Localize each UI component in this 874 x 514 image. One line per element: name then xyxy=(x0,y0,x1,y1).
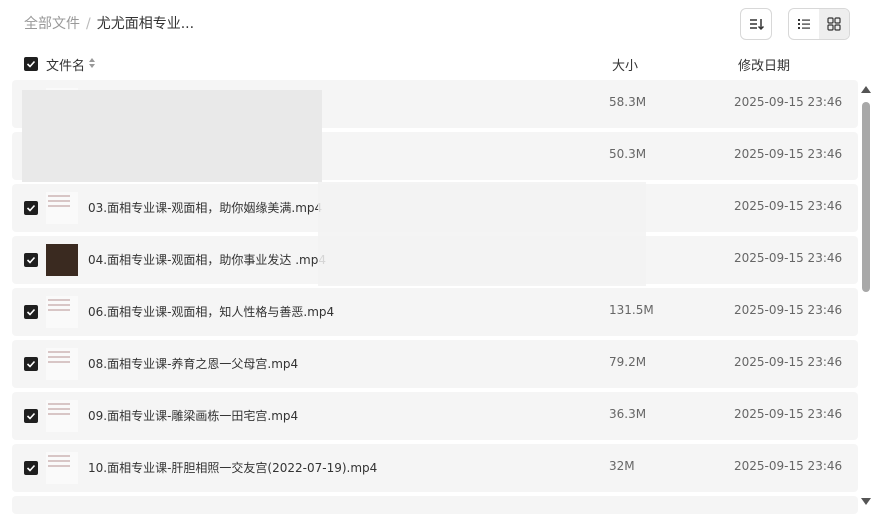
file-name[interactable]: 06.面相专业课-观面相，知人性格与善恶.mp4 xyxy=(88,303,334,320)
select-all-checkbox[interactable] xyxy=(24,57,38,71)
row-checkbox[interactable] xyxy=(24,357,38,371)
file-date: 2025-09-15 23:46 xyxy=(734,303,843,317)
file-row-partial[interactable] xyxy=(12,496,858,514)
vertical-scrollbar[interactable] xyxy=(860,86,872,506)
sort-toggle-icon[interactable] xyxy=(88,57,96,69)
sort-icon xyxy=(750,19,764,31)
breadcrumb: 全部文件 / 尤尤面相专业... xyxy=(24,14,194,34)
check-icon xyxy=(26,204,36,212)
check-icon xyxy=(26,256,36,264)
file-row[interactable]: 09.面相专业课-雕梁画栋一田宅宫.mp4 36.3M 2025-09-15 2… xyxy=(12,392,858,440)
row-checkbox[interactable] xyxy=(24,253,38,267)
file-thumbnail xyxy=(46,192,78,224)
scrollbar-thumb[interactable] xyxy=(862,102,870,292)
row-checkbox[interactable] xyxy=(24,409,38,423)
file-date: 2025-09-15 23:46 xyxy=(734,407,843,421)
row-checkbox[interactable] xyxy=(24,201,38,215)
breadcrumb-current: 尤尤面相专业... xyxy=(96,16,195,32)
file-name[interactable]: 08.面相专业课-养育之恩一父母宫.mp4 xyxy=(88,355,298,372)
column-header-date[interactable]: 修改日期 xyxy=(738,55,790,74)
check-icon xyxy=(26,308,36,316)
file-thumbnail xyxy=(46,244,78,276)
check-icon xyxy=(26,60,36,68)
file-name[interactable]: 04.面相专业课-观面相，助你事业发达 .mp4 xyxy=(88,251,326,268)
file-date: 2025-09-15 23:46 xyxy=(734,251,843,265)
list-view-button[interactable] xyxy=(789,9,819,39)
file-row[interactable]: 08.面相专业课-养育之恩一父母宫.mp4 79.2M 2025-09-15 2… xyxy=(12,340,858,388)
list-view-icon xyxy=(798,19,810,29)
file-date: 2025-09-15 23:46 xyxy=(734,95,843,109)
file-thumbnail xyxy=(46,452,78,484)
scroll-up-arrow-icon[interactable] xyxy=(861,86,871,93)
file-size: 36.3M xyxy=(609,407,647,421)
breadcrumb-separator: / xyxy=(86,16,91,32)
file-name[interactable]: 03.面相专业课-观面相，助你姻缘美满.mp4 xyxy=(88,199,322,216)
breadcrumb-root[interactable]: 全部文件 xyxy=(24,14,80,34)
view-toggle xyxy=(788,8,850,40)
file-size: 50.3M xyxy=(609,147,647,161)
file-date: 2025-09-15 23:46 xyxy=(734,147,843,161)
file-size: 32M xyxy=(609,459,635,473)
row-checkbox[interactable] xyxy=(24,461,38,475)
file-date: 2025-09-15 23:46 xyxy=(734,199,843,213)
scroll-down-arrow-icon[interactable] xyxy=(861,498,871,505)
file-row[interactable]: 06.面相专业课-观面相，知人性格与善恶.mp4 131.5M 2025-09-… xyxy=(12,288,858,336)
file-size: 131.5M xyxy=(609,303,654,317)
file-date: 2025-09-15 23:46 xyxy=(734,355,843,369)
redaction-overlay xyxy=(318,182,646,286)
check-icon xyxy=(26,412,36,420)
check-icon xyxy=(26,464,36,472)
file-name[interactable]: 09.面相专业课-雕梁画栋一田宅宫.mp4 xyxy=(88,407,298,424)
file-thumbnail xyxy=(46,296,78,328)
file-thumbnail xyxy=(46,348,78,380)
file-name[interactable]: 10.面相专业课-肝胆相照一交友宫(2022-07-19).mp4 xyxy=(88,459,377,476)
check-icon xyxy=(26,360,36,368)
sort-order-button[interactable] xyxy=(740,8,772,40)
row-checkbox[interactable] xyxy=(24,305,38,319)
table-header: 文件名 大小 修改日期 xyxy=(24,54,854,74)
file-date: 2025-09-15 23:46 xyxy=(734,459,843,473)
grid-view-button[interactable] xyxy=(819,9,849,39)
file-thumbnail xyxy=(46,400,78,432)
file-row[interactable]: 10.面相专业课-肝胆相照一交友宫(2022-07-19).mp4 32M 20… xyxy=(12,444,858,492)
file-size: 79.2M xyxy=(609,355,647,369)
redaction-overlay xyxy=(22,90,322,182)
column-header-name[interactable]: 文件名 xyxy=(46,55,85,74)
file-size: 58.3M xyxy=(609,95,647,109)
grid-view-icon xyxy=(827,17,841,31)
column-header-size[interactable]: 大小 xyxy=(612,55,638,74)
